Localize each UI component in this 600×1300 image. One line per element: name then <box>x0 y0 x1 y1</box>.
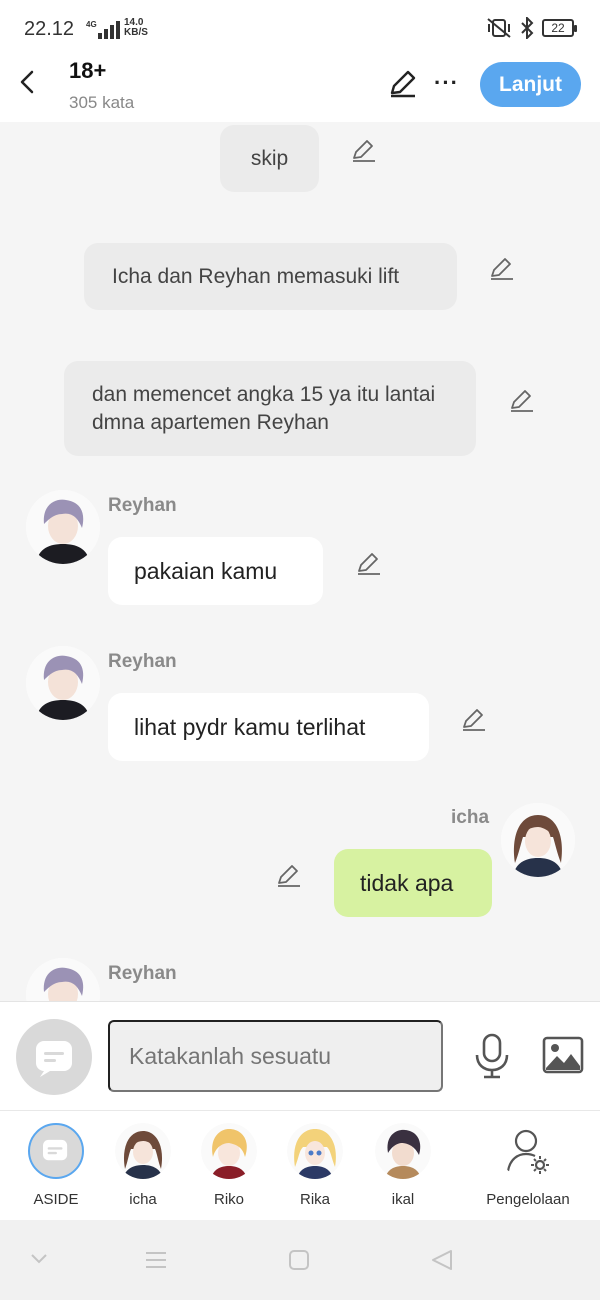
home-icon[interactable] <box>288 1249 310 1271</box>
character-label: ASIDE <box>33 1191 79 1208</box>
speaker-name: Reyhan <box>108 651 177 672</box>
network-speed: 14.0 KB/S <box>124 18 148 38</box>
edit-message-icon[interactable] <box>489 255 515 281</box>
character-label: ikal <box>391 1191 415 1208</box>
story-header: 18+ 305 kata ··· Lanjut <box>0 58 600 122</box>
chevron-down-icon[interactable] <box>30 1253 48 1265</box>
chat-area[interactable]: skip Icha dan Reyhan memasuki lift dan m… <box>0 122 600 1001</box>
back-nav-icon[interactable] <box>430 1249 454 1271</box>
narration-bubble[interactable]: Icha dan Reyhan memasuki lift <box>84 243 457 310</box>
avatar-icha <box>115 1123 171 1179</box>
story-title: 18+ <box>69 58 107 83</box>
edit-message-icon[interactable] <box>276 862 302 888</box>
composer <box>0 1001 600 1110</box>
speaker-name: Reyhan <box>108 495 177 516</box>
avatar-reyhan[interactable] <box>26 490 100 564</box>
image-icon[interactable] <box>542 1036 584 1074</box>
character-label: Pengelolaan <box>486 1191 570 1208</box>
microphone-icon[interactable] <box>474 1033 510 1079</box>
word-count: 305 kata <box>69 93 135 112</box>
status-bar: 22.12 4G 14.0 KB/S 22 <box>0 0 600 58</box>
aside-icon <box>36 1041 72 1077</box>
status-time: 22.12 <box>24 18 75 40</box>
message-bubble[interactable]: tidak apa <box>334 849 492 917</box>
avatar-icha[interactable] <box>501 803 575 877</box>
message-bubble[interactable]: lihat pydr kamu terlihat <box>108 693 429 761</box>
edit-message-icon[interactable] <box>351 137 377 163</box>
edit-story-icon[interactable] <box>388 68 418 98</box>
character-selector: ASIDE icha Riko Rika ikal Pengelolaan <box>0 1110 600 1220</box>
aside-icon <box>43 1139 68 1161</box>
more-options-icon[interactable]: ··· <box>434 70 459 96</box>
character-label: icha <box>129 1191 157 1208</box>
character-management[interactable]: Pengelolaan <box>478 1123 578 1208</box>
battery-icon: 22 <box>542 19 577 37</box>
network-label: 4G <box>86 20 97 29</box>
avatar-riko <box>201 1123 257 1179</box>
character-rika[interactable]: Rika <box>275 1123 355 1208</box>
speaker-name: Reyhan <box>108 963 177 984</box>
user-settings-icon <box>506 1129 549 1174</box>
speed-unit: KB/S <box>124 27 148 38</box>
message-bubble[interactable]: pakaian kamu <box>108 537 323 605</box>
signal-icon: 4G <box>86 20 120 39</box>
character-riko[interactable]: Riko <box>189 1123 269 1208</box>
character-label: Riko <box>213 1191 244 1208</box>
back-icon[interactable] <box>14 68 42 96</box>
character-ikal[interactable]: ikal <box>363 1123 443 1208</box>
edit-message-icon[interactable] <box>509 387 535 413</box>
avatar-reyhan[interactable] <box>26 646 100 720</box>
narration-bubble[interactable]: skip <box>220 125 319 192</box>
character-aside[interactable]: ASIDE <box>16 1123 96 1208</box>
edit-message-icon[interactable] <box>356 550 382 576</box>
message-input[interactable] <box>108 1020 443 1092</box>
vibrate-mute-icon <box>487 18 511 38</box>
avatar-ikal <box>375 1123 431 1179</box>
edit-message-icon[interactable] <box>461 706 487 732</box>
avatar-reyhan[interactable] <box>26 958 100 1001</box>
system-navigation-bar <box>0 1220 600 1300</box>
menu-icon[interactable] <box>145 1250 167 1270</box>
avatar-rika <box>287 1123 343 1179</box>
aside-toggle-button[interactable] <box>16 1019 92 1095</box>
narration-bubble[interactable]: dan memencet angka 15 ya itu lantai dmna… <box>64 361 476 456</box>
next-button[interactable]: Lanjut <box>480 62 581 107</box>
character-label: Rika <box>299 1191 330 1208</box>
character-icha[interactable]: icha <box>103 1123 183 1208</box>
speaker-name: icha <box>451 807 490 828</box>
bluetooth-icon <box>521 17 534 39</box>
